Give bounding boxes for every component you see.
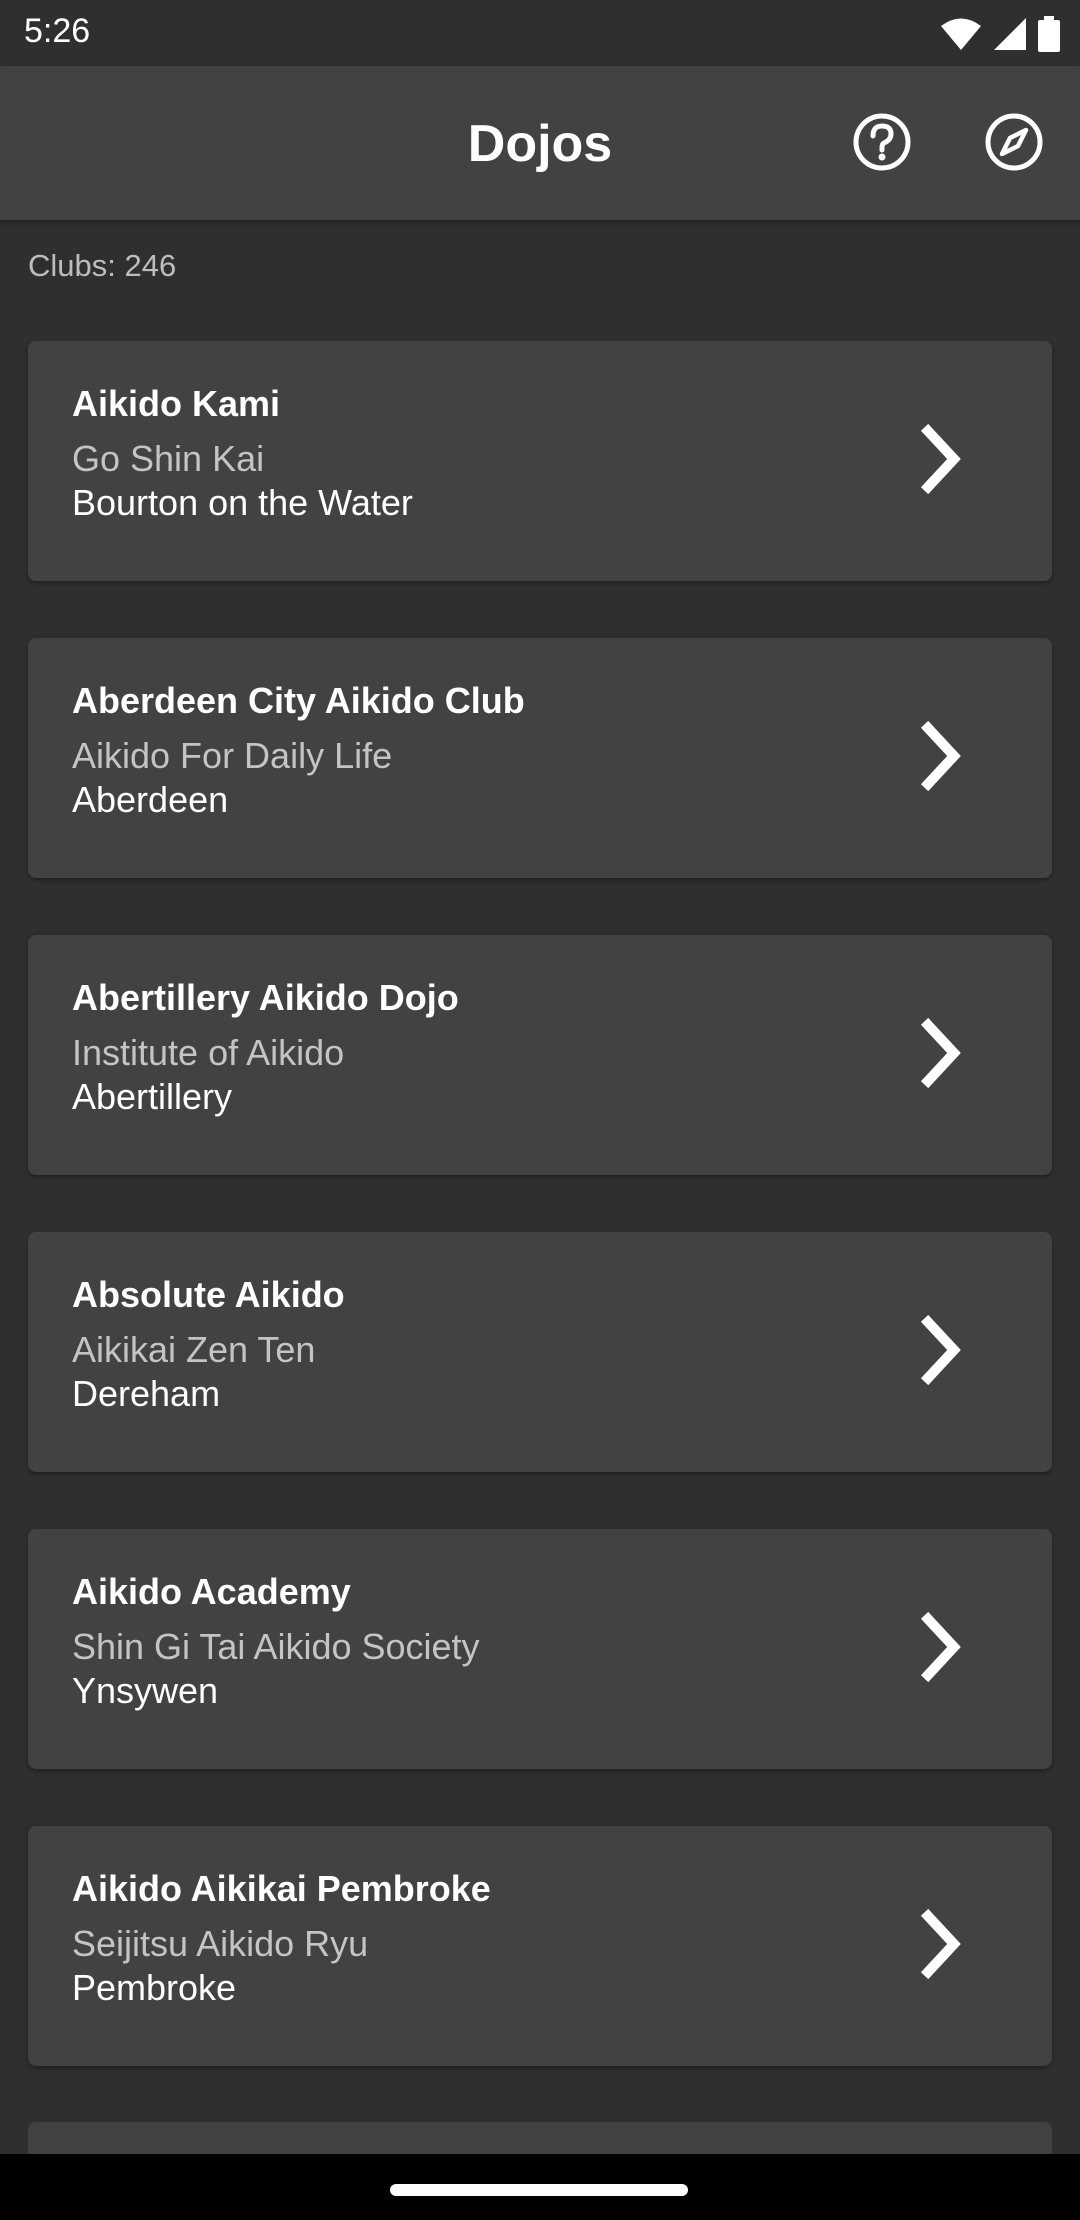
club-name: Aikido Academy <box>72 1571 351 1612</box>
wifi-icon <box>941 18 981 50</box>
club-name: Aberdeen City Aikido Club <box>72 680 525 721</box>
chevron-right-icon <box>920 1314 961 1386</box>
club-organisation: Seijitsu Aikido Ryu <box>72 1923 369 1964</box>
clubs-count: Clubs: 246 <box>28 248 177 283</box>
club-card[interactable]: Aikido Kami Go Shin Kai Bourton on the W… <box>28 341 1052 581</box>
status-time: 5:26 <box>24 12 91 50</box>
club-name: Aikido Kami <box>72 383 281 424</box>
club-name: Aikido Aikikai Pembroke <box>72 1868 491 1909</box>
club-list: Aikido Kami Go Shin Kai Bourton on the W… <box>28 341 1052 2123</box>
club-name: Absolute Aikido <box>72 1274 345 1315</box>
club-card[interactable]: Aikido Academy Shin Gi Tai Aikido Societ… <box>28 1529 1052 1769</box>
chevron-right-icon <box>920 1017 961 1089</box>
club-town: Dereham <box>72 1373 221 1414</box>
club-card[interactable]: Aikido Aikikai Pembroke Seijitsu Aikido … <box>28 1826 1052 2066</box>
home-gesture-handle[interactable] <box>390 2184 688 2196</box>
club-organisation: Shin Gi Tai Aikido Society <box>72 1626 480 1667</box>
app-bar: Dojos <box>0 66 1080 220</box>
help-circle-icon <box>853 113 911 171</box>
club-town: Pembroke <box>72 1967 237 2008</box>
battery-icon <box>1038 16 1060 52</box>
club-town: Ynsywen <box>72 1670 219 1711</box>
club-organisation: Go Shin Kai <box>72 438 265 479</box>
club-organisation: Aikido For Daily Life <box>72 735 393 776</box>
compass-button[interactable] <box>982 110 1046 174</box>
chevron-right-icon <box>920 1611 961 1683</box>
signal-icon <box>994 18 1026 50</box>
chevron-right-icon <box>920 1908 961 1980</box>
status-icons <box>940 12 1060 56</box>
club-card[interactable]: Abertillery Aikido Dojo Institute of Aik… <box>28 935 1052 1175</box>
help-button[interactable] <box>850 110 914 174</box>
club-organisation: Aikikai Zen Ten <box>72 1329 316 1370</box>
navigation-bar <box>0 2154 1080 2220</box>
club-card[interactable]: Absolute Aikido Aikikai Zen Ten Dereham <box>28 1232 1052 1472</box>
club-town: Bourton on the Water <box>72 482 413 523</box>
club-town: Abertillery <box>72 1076 233 1117</box>
page-title: Dojos <box>467 115 613 173</box>
club-name: Abertillery Aikido Dojo <box>72 977 459 1018</box>
club-town: Aberdeen <box>72 779 229 820</box>
chevron-right-icon <box>920 720 961 792</box>
club-card[interactable]: Aberdeen City Aikido Club Aikido For Dai… <box>28 638 1052 878</box>
status-bar: 5:26 <box>0 0 1080 66</box>
chevron-right-icon <box>920 423 961 495</box>
compass-icon <box>985 113 1043 171</box>
club-organisation: Institute of Aikido <box>72 1032 345 1073</box>
